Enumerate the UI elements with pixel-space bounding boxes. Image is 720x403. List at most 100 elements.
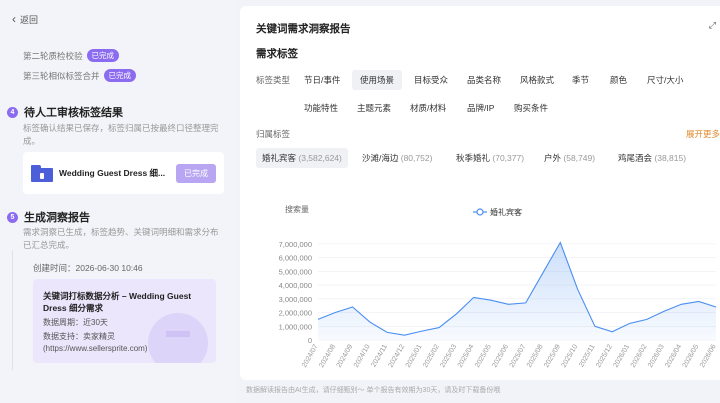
y-tick-label: 1,000,000	[279, 322, 312, 331]
belong-tag-count: (3,582,624)	[298, 153, 342, 163]
tag-type-chip[interactable]: 功能特性	[296, 98, 346, 118]
step-title: 生成洞察报告	[24, 212, 90, 224]
x-tick-label: 2025/10	[561, 343, 580, 369]
file-name: Wedding Guest Dress 细...	[59, 168, 166, 178]
tag-type-chip[interactable]: 颜色	[602, 70, 635, 90]
search-volume-chart: 搜索量 婚礼宾客 0 1,000,000 2,000,000 3,000,000 4,000…	[279, 204, 718, 369]
step-number: 5	[7, 211, 18, 223]
x-tick-label: 2024/09	[336, 343, 355, 369]
tag-type-chip[interactable]: 品类名称	[459, 70, 509, 90]
belong-tag-name: 鸡尾酒会	[618, 153, 653, 163]
file-card[interactable]: Wedding Guest Dress 细... 已完成	[23, 152, 224, 194]
belong-tag-chip-selected[interactable]: 婚礼宾客 (3,582,624)	[256, 148, 348, 168]
status-badge: 已完成	[103, 69, 137, 82]
x-tick-label: 2025/01	[405, 343, 424, 369]
belong-tag-count: (38,815)	[654, 153, 687, 163]
y-tick-label: 3,000,000	[279, 295, 312, 304]
folder-icon	[31, 164, 53, 182]
x-tick-label: 2025/12	[595, 343, 614, 369]
tag-type-chip[interactable]: 目标受众	[406, 70, 456, 90]
x-tick-label: 2025/02	[422, 343, 441, 369]
status-badge: 已完成	[86, 49, 120, 62]
y-tick-label: 5,000,000	[279, 267, 312, 276]
x-tick-label: 2025/08	[526, 343, 545, 369]
back-button[interactable]: ‹ 返回	[12, 13, 38, 26]
chevron-left-icon: ‹	[12, 12, 16, 26]
y-tick-label: 2,000,000	[279, 309, 312, 318]
y-tick-label: 0	[308, 336, 312, 345]
legend-label: 婚礼宾客	[490, 207, 522, 217]
x-tick-label: 2026/04	[664, 343, 683, 369]
step-5-header: 5 生成洞察报告	[7, 209, 90, 225]
belong-tag-count: (80,752)	[400, 153, 433, 163]
x-tick-label: 2025/11	[578, 343, 597, 368]
x-tick-label: 2025/06	[491, 343, 510, 369]
belong-tag-name: 户外	[544, 153, 562, 163]
x-tick-label: 2026/06	[699, 343, 718, 369]
y-tick-label: 4,000,000	[279, 281, 312, 290]
y-tick-label: 7,000,000	[279, 240, 312, 249]
tag-type-chip[interactable]: 主题元素	[349, 98, 399, 118]
tag-type-chip[interactable]: 风格款式	[512, 70, 562, 90]
step-5-desc: 需求洞察已生成，标签趋势、关键词明细和需求分布已汇总完成。	[23, 227, 219, 250]
report-period: 数据周期：近30天	[43, 318, 108, 327]
report-panel: 关键词需求洞察报告 ⤢ 需求标签 标签类型 节日/事件 使用场景 目标受众 品类…	[240, 6, 720, 380]
belong-tag-chip[interactable]: 秋季婚礼 (70,377)	[450, 148, 530, 168]
x-tick-label: 2025/07	[509, 343, 528, 369]
belong-tag-chip[interactable]: 沙滩/海边 (80,752)	[356, 148, 438, 168]
created-time: 创建时间：2026-06-30 10:46	[33, 263, 143, 273]
belong-tag-chip[interactable]: 户外 (58,749)	[538, 148, 601, 168]
tag-type-label: 标签类型	[256, 75, 291, 85]
belong-tag-label: 归属标签	[256, 129, 291, 139]
belong-tag-count: (58,749)	[563, 153, 596, 163]
series-area	[318, 242, 716, 340]
round-item-2: 第二轮质检校验 已完成	[23, 49, 120, 62]
y-axis-label: 搜索量	[285, 204, 309, 214]
tag-type-chip[interactable]: 尺寸/大小	[639, 70, 691, 90]
x-tick-label: 2026/01	[612, 343, 631, 369]
belong-tag-name: 沙滩/海边	[362, 153, 399, 163]
belong-tag-count: (70,377)	[492, 153, 525, 163]
footnote: 数据解读报告由AI生成，请仔细甄别～ 单个报告有效期为30天，请及时下载备份哦	[246, 387, 501, 394]
x-tick-label: 2024/11	[370, 343, 389, 368]
step-4-header: 4 待人工审核标签结果	[7, 104, 123, 120]
x-tick-label: 2026/05	[682, 343, 701, 369]
x-tick-label: 2025/04	[457, 343, 476, 369]
x-tick-label: 2024/10	[353, 343, 372, 369]
report-card[interactable]: 关键词打标数据分析 – Wedding Guest Dress 细分需求 数据周…	[33, 279, 216, 363]
y-tick-label: 6,000,000	[279, 254, 312, 263]
report-support: 数据支持：卖家精灵	[43, 332, 115, 341]
x-tick-label: 2025/09	[543, 343, 562, 369]
file-status-button[interactable]: 已完成	[176, 163, 216, 183]
x-tick-label: 2024/08	[318, 343, 337, 369]
section-title: 需求标签	[256, 48, 298, 60]
tag-type-chip[interactable]: 节日/事件	[296, 70, 348, 90]
left-panel: ‹ 返回 第二轮质检校验 已完成 第三轮相似标签合并 已完成 4 待人工审核标签…	[0, 0, 236, 403]
tag-type-chip[interactable]: 季节	[564, 70, 597, 90]
belong-tag-chip[interactable]: 鸡尾酒会 (38,815)	[612, 148, 692, 168]
round-label: 第三轮相似标签合并	[23, 70, 100, 81]
x-tick-label: 2025/03	[439, 343, 458, 369]
step-4-desc: 标签确认结果已保存，标签归属已按最终口径整理完成。	[23, 123, 219, 146]
x-tick-label: 2026/02	[630, 343, 649, 369]
tag-type-chip[interactable]: 品牌/IP	[459, 98, 502, 118]
tag-type-chip-selected[interactable]: 使用场景	[352, 70, 403, 90]
x-tick-label: 2025/05	[474, 343, 493, 369]
report-title: 关键词打标数据分析 – Wedding Guest Dress 细分需求	[43, 291, 192, 313]
legend-marker	[476, 208, 484, 216]
show-more-link[interactable]: 展开更多	[686, 128, 720, 140]
timeline-line	[12, 250, 13, 370]
round-item-3: 第三轮相似标签合并 已完成	[23, 69, 137, 82]
report-url: (https://www.sellersprite.com)	[43, 344, 148, 353]
x-tick-label: 2024/07	[301, 343, 320, 369]
tag-type-chip[interactable]: 材质/材料	[402, 98, 454, 118]
step-title: 待人工审核标签结果	[24, 107, 123, 119]
belong-tag-name: 婚礼宾客	[262, 153, 297, 163]
report-panel-title: 关键词需求洞察报告	[256, 23, 351, 35]
round-label: 第二轮质检校验	[23, 50, 83, 61]
x-tick-label: 2026/03	[647, 343, 666, 369]
expand-icon[interactable]: ⤢	[709, 20, 716, 31]
back-label: 返回	[20, 15, 39, 25]
tag-type-chip[interactable]: 购买条件	[506, 98, 556, 118]
step-number: 4	[7, 106, 18, 118]
